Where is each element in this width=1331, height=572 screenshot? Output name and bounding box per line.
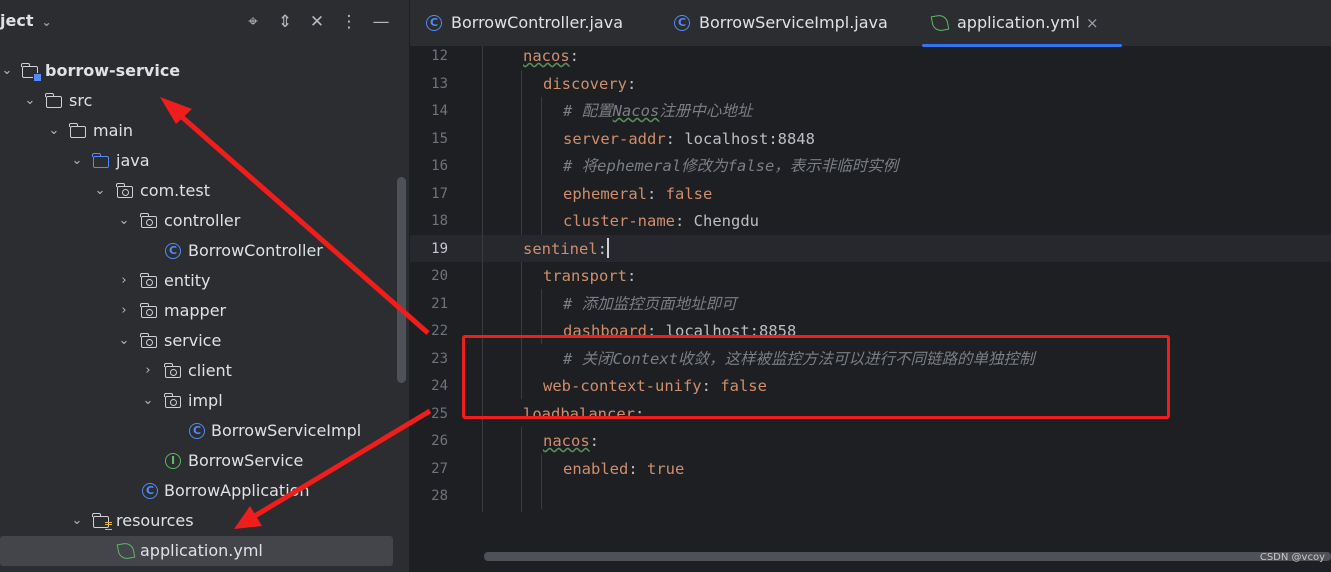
annotation-arrowhead — [234, 506, 262, 529]
annotation-arrow-line — [172, 108, 430, 335]
annotation-arrow-line — [246, 408, 432, 523]
annotation-arrows — [160, 97, 432, 529]
